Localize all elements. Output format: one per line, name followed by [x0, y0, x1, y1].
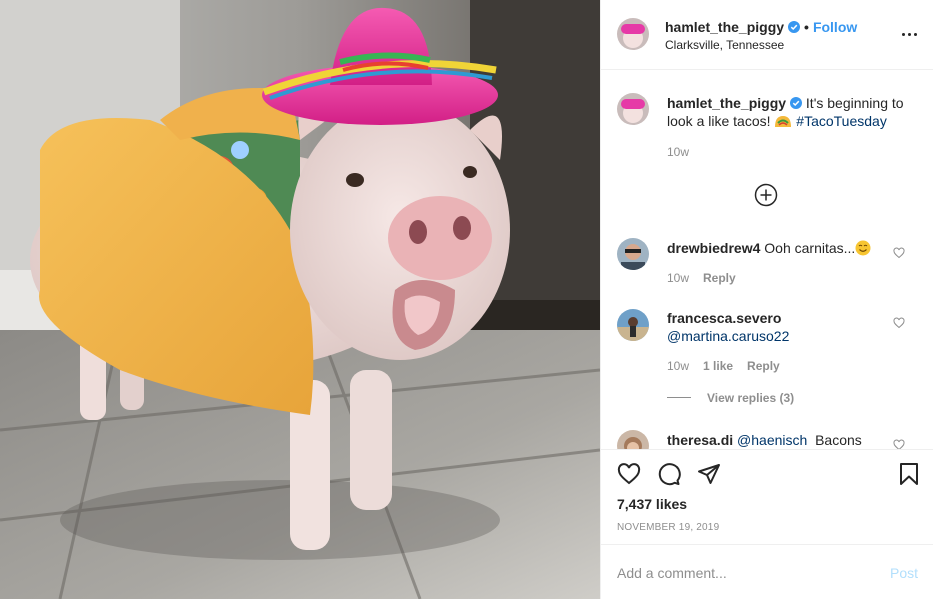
- mention-link[interactable]: @martina.caruso22: [667, 328, 789, 344]
- replies-divider-line: [667, 397, 691, 398]
- heart-icon[interactable]: [617, 462, 641, 486]
- verified-badge-icon: [788, 21, 801, 33]
- more-options-icon[interactable]: [900, 26, 920, 42]
- comment-text: drewbiedrew4 Ooh carnitas...: [667, 239, 897, 257]
- comment-username[interactable]: theresa.di: [667, 432, 733, 448]
- hashtag-link[interactable]: #TacoTuesday: [796, 113, 887, 129]
- follow-button[interactable]: Follow: [813, 19, 857, 35]
- commenter-avatar[interactable]: [617, 309, 649, 341]
- commenter-avatar[interactable]: [617, 238, 649, 270]
- comment-timestamp[interactable]: 10w: [667, 271, 689, 285]
- author-username[interactable]: hamlet_the_piggy: [665, 19, 784, 35]
- post-location[interactable]: Clarksville, Tennessee: [665, 38, 784, 52]
- post-sidebar: hamlet_the_piggy • Follow Clarksville, Ten…: [600, 0, 933, 599]
- author-avatar[interactable]: [617, 18, 649, 50]
- caption-timestamp[interactable]: 10w: [667, 145, 689, 159]
- comment-body: Bacons: [815, 432, 862, 448]
- comment-meta: 10w 1 like Reply: [667, 359, 794, 373]
- separator-dot: •: [804, 19, 809, 35]
- likes-count[interactable]: 7,437 likes: [617, 496, 687, 512]
- pig-in-taco-costume-image: [0, 0, 600, 599]
- instagram-post-modal: hamlet_the_piggy • Follow Clarksville, Ten…: [0, 0, 933, 599]
- comment-username[interactable]: francesca.severo: [667, 310, 781, 326]
- author-name-row: hamlet_the_piggy • Follow: [665, 19, 857, 35]
- reply-button[interactable]: Reply: [703, 271, 736, 285]
- reply-button[interactable]: Reply: [747, 359, 780, 373]
- caption-text: hamlet_the_piggy It's beginning to look …: [667, 94, 917, 130]
- caption-avatar[interactable]: [617, 93, 649, 125]
- view-replies-button[interactable]: View replies (3): [667, 391, 794, 405]
- comment-timestamp[interactable]: 10w: [667, 359, 689, 373]
- comment-like-heart-icon[interactable]: [893, 247, 905, 259]
- plus-circle-icon[interactable]: [754, 183, 778, 207]
- comment-likes-count[interactable]: 1 like: [703, 359, 733, 373]
- comment-like-heart-icon[interactable]: [893, 317, 905, 329]
- post-photo[interactable]: [0, 0, 600, 599]
- verified-badge-icon: [790, 97, 803, 109]
- mention-link[interactable]: @haenisch: [737, 432, 807, 448]
- comment-username[interactable]: drewbiedrew4: [667, 240, 760, 256]
- post-date[interactable]: NOVEMBER 19, 2019: [617, 522, 719, 533]
- comment-body: Ooh carnitas...: [764, 240, 856, 256]
- comment-text: theresa.di @haenisch Bacons: [667, 431, 897, 449]
- comment-icon[interactable]: [657, 462, 681, 486]
- comment-input[interactable]: [617, 563, 867, 583]
- comment-meta: 10w Reply: [667, 271, 750, 285]
- bookmark-icon[interactable]: [897, 462, 921, 486]
- caption-username[interactable]: hamlet_the_piggy: [667, 95, 786, 111]
- post-header: hamlet_the_piggy • Follow Clarksville, Ten…: [601, 0, 933, 70]
- smiling-face-emoji-icon: [855, 240, 871, 256]
- post-actions: 7,437 likes NOVEMBER 19, 2019 Post: [601, 449, 933, 599]
- add-comment-bar: Post: [601, 544, 933, 599]
- view-replies-label: View replies (3): [707, 391, 795, 405]
- taco-emoji-icon: [775, 116, 792, 127]
- post-comment-button[interactable]: Post: [890, 565, 918, 581]
- share-icon[interactable]: [697, 462, 721, 486]
- comment-text: francesca.severo @martina.caruso22: [667, 309, 897, 345]
